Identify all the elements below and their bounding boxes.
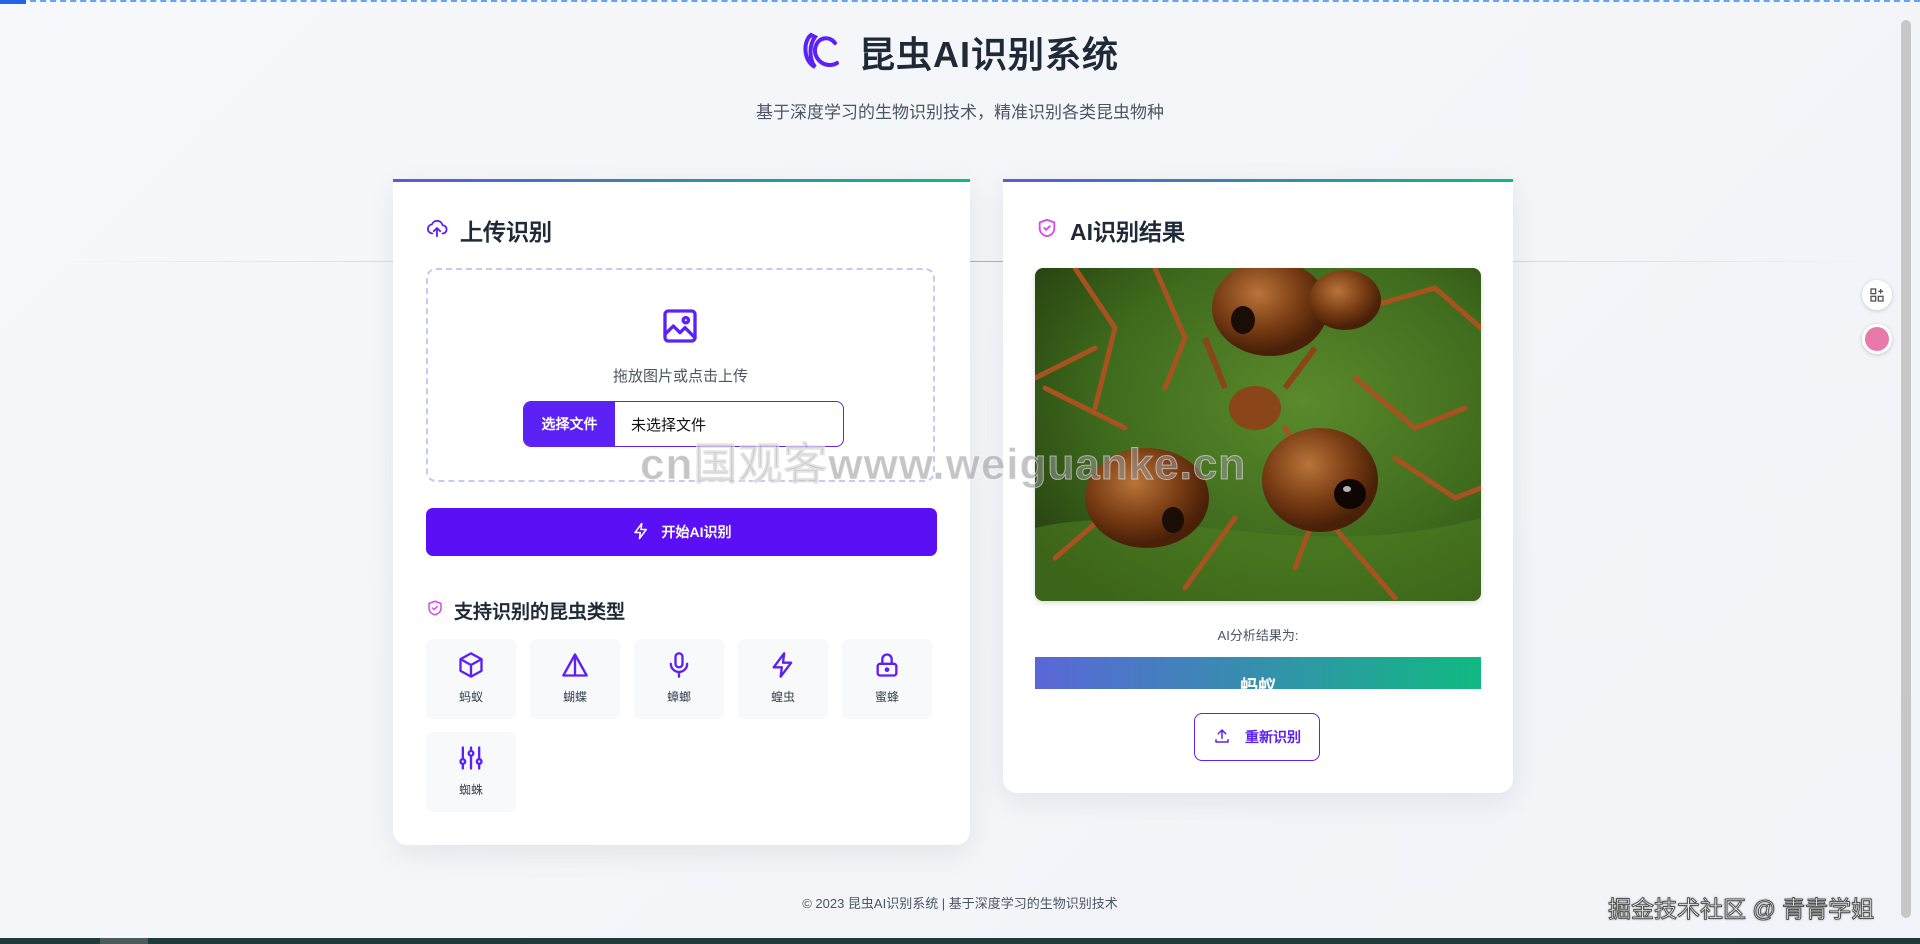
type-label: 蜜蜂: [874, 690, 899, 704]
result-label: AI分析结果为:: [1217, 628, 1299, 643]
crescent-logo-icon: [801, 29, 845, 75]
choose-file-button[interactable]: 选择文件: [524, 402, 615, 446]
app-title: 昆虫AI识别系统: [858, 34, 1119, 75]
result-value-banner: 蚂蚁: [1035, 657, 1481, 689]
supported-types-title: 支持识别的昆虫类型: [454, 602, 626, 623]
app-subtitle: 基于深度学习的生物识别技术，精准识别各类昆虫物种: [756, 103, 1164, 122]
retry-button-label: 重新识别: [1245, 729, 1301, 745]
type-label: 蟑螂: [666, 690, 691, 704]
top-loading-bar: [0, 0, 1920, 4]
supported-types-header: 支持识别的昆虫类型: [426, 597, 625, 624]
shield-check-icon: [426, 599, 444, 622]
result-card-title: AI识别结果: [1070, 219, 1185, 245]
type-item-spider[interactable]: 蜘蛛: [426, 732, 516, 812]
start-button-label: 开始AI识别: [661, 524, 732, 540]
lock-icon: [876, 653, 898, 677]
start-recognition-button[interactable]: 开始AI识别: [426, 508, 937, 556]
type-label: 蜘蛛: [458, 783, 483, 797]
qr-code-button[interactable]: [1862, 280, 1892, 310]
type-item-cockroach[interactable]: 蟑螂: [634, 639, 724, 719]
lightning-icon: [632, 522, 650, 543]
type-label: 蝴蝶: [562, 690, 587, 704]
type-label: 蚂蚁: [458, 690, 483, 704]
dropzone-text: 拖放图片或点击上传: [612, 368, 748, 385]
page-header: 昆虫AI识别系统 基于深度学习的生物识别技术，精准识别各类昆虫物种: [0, 24, 1920, 123]
result-card-header: AI识别结果: [1036, 213, 1185, 247]
qr-grid-icon: [1870, 288, 1884, 302]
lightning-icon: [772, 652, 793, 678]
translate-icon: [1865, 327, 1889, 351]
result-value: 蚂蚁: [1240, 677, 1276, 689]
box-icon: [459, 652, 483, 678]
translate-button[interactable]: [1862, 324, 1892, 354]
microphone-icon: [669, 652, 689, 678]
image-icon: [660, 306, 700, 351]
type-label: 蝗虫: [770, 690, 795, 704]
cloud-upload-icon: [426, 217, 448, 244]
triangle-icon: [562, 653, 588, 677]
site-watermark: cn国观客www.weiguanke.cn: [639, 440, 1247, 490]
shield-check-icon: [1036, 217, 1058, 244]
type-item-ant[interactable]: 蚂蚁: [426, 639, 516, 719]
upload-card-title: 上传识别: [460, 219, 552, 245]
type-item-bee[interactable]: 蜜蜂: [842, 639, 932, 719]
credit-watermark: 掘金技术社区 @ 青青学姐: [1607, 896, 1875, 923]
upload-card: 上传识别 拖放图片或点击上传 选择文件 未选择文件 开始AI识别 支持识别的昆虫…: [393, 179, 970, 845]
re-recognize-button[interactable]: 重新识别: [1194, 713, 1320, 761]
type-item-butterfly[interactable]: 蝴蝶: [530, 639, 620, 719]
upload-icon: [1213, 727, 1231, 748]
sliders-icon: [459, 746, 483, 770]
upload-card-header: 上传识别: [426, 213, 552, 247]
type-item-locust[interactable]: 蝗虫: [738, 639, 828, 719]
page-scrollbar[interactable]: [1901, 20, 1911, 918]
taskbar-strip: [0, 938, 1920, 944]
